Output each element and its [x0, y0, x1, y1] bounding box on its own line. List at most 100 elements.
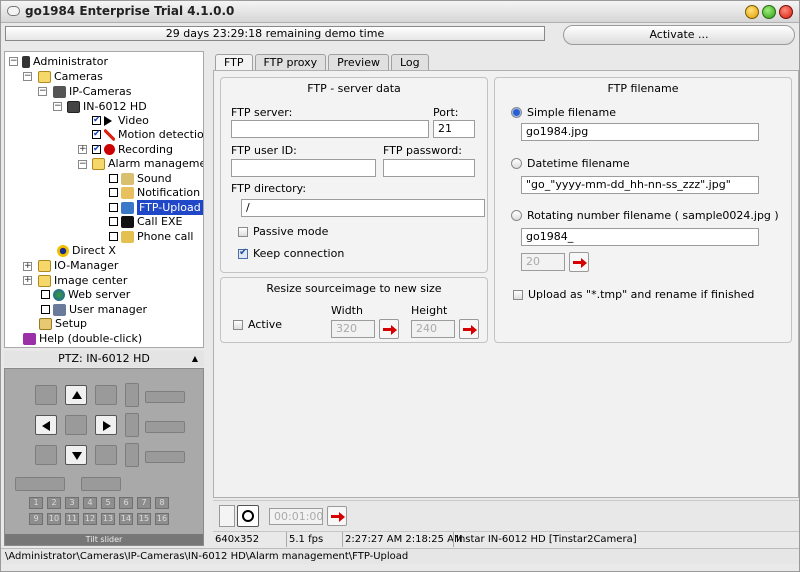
maximize-icon[interactable]: [762, 5, 776, 19]
tab-log[interactable]: Log: [391, 54, 429, 70]
collapse-icon[interactable]: −: [53, 102, 62, 111]
collapse-icon[interactable]: −: [9, 57, 18, 66]
ftp-server-input[interactable]: [231, 120, 429, 138]
ptz-preset-button[interactable]: 11: [65, 513, 79, 525]
focus-plus-minus[interactable]: [125, 413, 139, 437]
ptz-down-right-button[interactable]: [95, 445, 117, 465]
tree-item-help[interactable]: Help (double-click): [23, 331, 142, 346]
tree-item-motion-detection[interactable]: ✔ Motion detection: [92, 127, 203, 142]
tab-ftp-proxy[interactable]: FTP proxy: [254, 54, 327, 70]
width-input[interactable]: 320: [331, 320, 375, 338]
tree-item-image-center[interactable]: Image center: [38, 273, 127, 288]
navigation-tree[interactable]: − Administrator − Cameras − IP-Cameras −…: [4, 51, 204, 348]
window-menu-icon[interactable]: [7, 6, 20, 16]
datetime-filename-radio[interactable]: [511, 158, 522, 169]
rotating-count-arrow-button[interactable]: [569, 252, 589, 272]
expand-icon[interactable]: +: [78, 145, 87, 154]
tree-item-alarm-management[interactable]: Alarm management: [92, 156, 203, 171]
ptz-down-left-button[interactable]: [35, 445, 57, 465]
tree-item-administrator[interactable]: Administrator: [22, 54, 108, 69]
ptz-preset-button[interactable]: 13: [101, 513, 115, 525]
ptz-preset-button[interactable]: 14: [119, 513, 133, 525]
ptz-preset-button[interactable]: 8: [155, 497, 169, 509]
tree-item-cameras[interactable]: Cameras: [38, 69, 103, 84]
passive-mode-checkbox[interactable]: [238, 227, 248, 237]
ptz-preset-button[interactable]: 3: [65, 497, 79, 509]
port-input[interactable]: 21: [433, 120, 475, 138]
tree-item-recording[interactable]: ✔ Recording: [92, 142, 173, 157]
timer-input[interactable]: 00:01:00: [269, 508, 323, 525]
ftp-password-input[interactable]: [383, 159, 475, 177]
checkbox[interactable]: [109, 232, 118, 241]
simple-filename-input[interactable]: go1984.jpg: [521, 123, 759, 141]
tree-item-ftp-upload[interactable]: FTP-Upload: [109, 200, 203, 215]
tab-preview[interactable]: Preview: [328, 54, 389, 70]
upload-tmp-checkbox[interactable]: [513, 290, 523, 300]
checkbox[interactable]: ✔: [92, 130, 101, 139]
resize-active-checkbox[interactable]: [233, 320, 243, 330]
checkbox[interactable]: [109, 174, 118, 183]
collapse-icon[interactable]: −: [78, 160, 87, 169]
expand-icon[interactable]: +: [23, 262, 32, 271]
ptz-preset-button[interactable]: 4: [83, 497, 97, 509]
ftp-user-input[interactable]: [231, 159, 376, 177]
ptz-preset-button[interactable]: 2: [47, 497, 61, 509]
collapse-icon[interactable]: −: [23, 72, 32, 81]
ftp-directory-input[interactable]: /: [241, 199, 485, 217]
datetime-filename-input[interactable]: "go_"yyyy-mm-dd_hh-nn-ss_zzz".jpg": [521, 176, 759, 194]
checkbox[interactable]: [109, 217, 118, 226]
tree-item-phone-call[interactable]: Phone call: [109, 229, 193, 244]
ptz-preset-field[interactable]: [15, 477, 65, 491]
tree-item-io-manager[interactable]: IO-Manager: [38, 258, 118, 273]
tree-item-sound[interactable]: Sound: [109, 171, 172, 186]
ptz-right-button[interactable]: [95, 415, 117, 435]
tree-item-ip-cameras[interactable]: IP-Cameras: [53, 84, 132, 99]
timer-arrow-button[interactable]: [327, 506, 347, 526]
ptz-preset-button[interactable]: 10: [47, 513, 61, 525]
rotating-count-input[interactable]: 20: [521, 253, 565, 271]
collapse-arrow-icon[interactable]: ▲: [192, 351, 198, 367]
ptz-preset-button[interactable]: 5: [101, 497, 115, 509]
tree-item-notification[interactable]: Notification: [109, 185, 200, 200]
tilt-slider[interactable]: Tilt slider: [5, 534, 203, 545]
ptz-preset-button[interactable]: 6: [119, 497, 133, 509]
ptz-center-button[interactable]: [65, 415, 87, 435]
zoom-plus-minus[interactable]: [125, 383, 139, 407]
ptz-preset-button[interactable]: 15: [137, 513, 151, 525]
checkbox[interactable]: [41, 290, 50, 299]
ptz-preset-button[interactable]: 7: [137, 497, 151, 509]
keep-connection-checkbox[interactable]: [238, 247, 248, 259]
rotating-filename-input[interactable]: go1984_: [521, 228, 759, 246]
iris-plus-minus[interactable]: [125, 443, 139, 467]
activate-button[interactable]: Activate ...: [563, 25, 795, 45]
minimize-icon[interactable]: [745, 5, 759, 19]
link-icon[interactable]: [219, 505, 235, 527]
tree-item-web-server[interactable]: Web server: [41, 287, 130, 302]
checkbox[interactable]: [41, 305, 50, 314]
ptz-up-button[interactable]: [65, 385, 87, 405]
ptz-left-button[interactable]: [35, 415, 57, 435]
tree-item-directx[interactable]: Direct X: [57, 243, 116, 258]
checkbox[interactable]: ✔: [92, 145, 101, 154]
ptz-speed-field[interactable]: [81, 477, 121, 491]
tree-item-user-manager[interactable]: User manager: [41, 302, 147, 317]
ptz-preset-button[interactable]: 9: [29, 513, 43, 525]
checkbox[interactable]: ✔: [92, 116, 101, 125]
ptz-up-right-button[interactable]: [95, 385, 117, 405]
tree-item-camera[interactable]: IN-6012 HD: [67, 99, 147, 114]
ptz-up-left-button[interactable]: [35, 385, 57, 405]
ptz-preset-button[interactable]: 16: [155, 513, 169, 525]
close-icon[interactable]: [779, 5, 793, 19]
width-apply-arrow-button[interactable]: [379, 319, 399, 339]
checkbox[interactable]: [109, 188, 118, 197]
height-input[interactable]: 240: [411, 320, 455, 338]
collapse-icon[interactable]: −: [38, 87, 47, 96]
simple-filename-radio[interactable]: [511, 107, 522, 118]
tab-ftp[interactable]: FTP: [215, 54, 253, 70]
ptz-down-button[interactable]: [65, 445, 87, 465]
checkbox[interactable]: [109, 203, 118, 212]
ptz-preset-button[interactable]: 12: [83, 513, 97, 525]
ptz-preset-button[interactable]: 1: [29, 497, 43, 509]
stopwatch-icon[interactable]: [237, 505, 259, 527]
rotating-filename-radio[interactable]: [511, 210, 522, 221]
